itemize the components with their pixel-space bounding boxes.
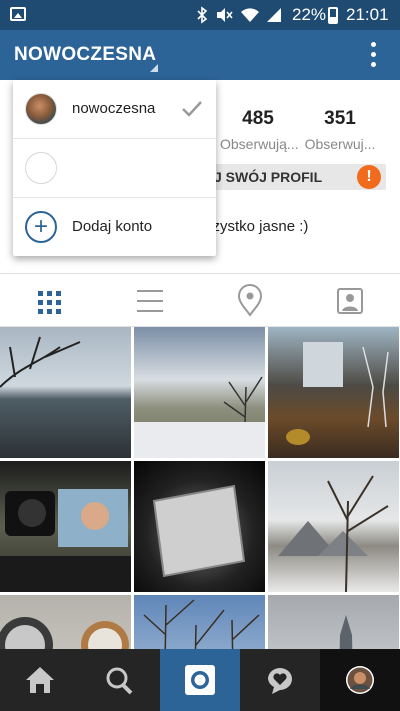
photo-grid bbox=[0, 327, 400, 649]
followers-count: 485 bbox=[242, 108, 274, 129]
photo-tile[interactable] bbox=[268, 595, 399, 649]
account-switcher[interactable]: NOWOCZESNA bbox=[14, 44, 156, 66]
tagged-icon bbox=[337, 288, 363, 314]
nav-home[interactable] bbox=[0, 649, 80, 711]
tab-list[interactable] bbox=[100, 274, 200, 328]
nav-camera[interactable] bbox=[160, 649, 240, 711]
battery-percent: 22% bbox=[292, 5, 327, 24]
photo-tile[interactable] bbox=[0, 461, 131, 592]
followers-label: Obserwują... bbox=[220, 136, 299, 152]
avatar bbox=[25, 93, 57, 125]
location-icon bbox=[237, 284, 263, 317]
checkmark-icon bbox=[182, 101, 202, 117]
signal-icon bbox=[267, 8, 281, 22]
nav-activity[interactable] bbox=[240, 649, 320, 711]
wifi-icon bbox=[241, 8, 259, 22]
photo-tile[interactable] bbox=[0, 327, 131, 458]
search-icon bbox=[106, 667, 133, 695]
gallery-icon bbox=[10, 7, 26, 21]
status-icons bbox=[196, 5, 282, 25]
photo-tile[interactable] bbox=[268, 327, 399, 458]
status-bar: 22% 21:01 bbox=[0, 0, 400, 30]
add-account-button[interactable]: + Dodaj konto bbox=[13, 197, 216, 255]
following-label: Obserwuj... bbox=[304, 136, 376, 152]
account-item-current[interactable]: nowoczesna bbox=[13, 80, 216, 138]
mute-icon bbox=[217, 8, 233, 22]
more-vertical-icon[interactable] bbox=[364, 42, 382, 70]
tab-grid[interactable] bbox=[0, 274, 100, 328]
warning-icon: ! bbox=[357, 165, 381, 189]
home-icon bbox=[26, 667, 54, 693]
photo-tile[interactable] bbox=[268, 461, 399, 592]
list-icon bbox=[137, 290, 163, 312]
photo-tile[interactable] bbox=[0, 595, 131, 649]
account-name: nowoczesna bbox=[72, 100, 156, 117]
nav-profile[interactable] bbox=[320, 649, 400, 711]
photo-tile[interactable] bbox=[134, 461, 265, 592]
bluetooth-icon bbox=[197, 6, 208, 24]
account-item-other[interactable] bbox=[13, 138, 216, 196]
account-switcher-menu: nowoczesna + Dodaj konto bbox=[13, 80, 216, 256]
view-tabs bbox=[0, 273, 400, 327]
tab-location[interactable] bbox=[200, 274, 300, 328]
tab-tagged[interactable] bbox=[300, 274, 400, 328]
profile-bio: szystko jasne :) bbox=[205, 218, 309, 235]
plus-icon: + bbox=[25, 211, 57, 243]
following-count: 351 bbox=[324, 108, 356, 129]
activity-icon bbox=[268, 668, 292, 694]
followers-stat[interactable]: 485 Obserwują... bbox=[220, 108, 299, 152]
app-header: NOWOCZESNA bbox=[0, 30, 400, 80]
camera-icon bbox=[185, 665, 215, 695]
dropdown-caret-icon[interactable] bbox=[150, 64, 158, 72]
add-account-label: Dodaj konto bbox=[72, 218, 153, 235]
grid-icon bbox=[38, 291, 61, 314]
clock: 21:01 bbox=[346, 5, 389, 24]
avatar-placeholder bbox=[25, 152, 57, 184]
edit-profile-button[interactable]: J SWÓJ PROFIL ! bbox=[204, 164, 386, 190]
edit-profile-label: J SWÓJ PROFIL bbox=[214, 169, 323, 185]
following-stat[interactable]: 351 Obserwuj... bbox=[300, 108, 380, 152]
bottom-nav bbox=[0, 649, 400, 711]
nav-search[interactable] bbox=[80, 649, 160, 711]
battery-icon bbox=[328, 7, 338, 24]
photo-tile[interactable] bbox=[134, 595, 265, 649]
profile-icon bbox=[346, 666, 374, 694]
photo-tile[interactable] bbox=[134, 327, 265, 458]
